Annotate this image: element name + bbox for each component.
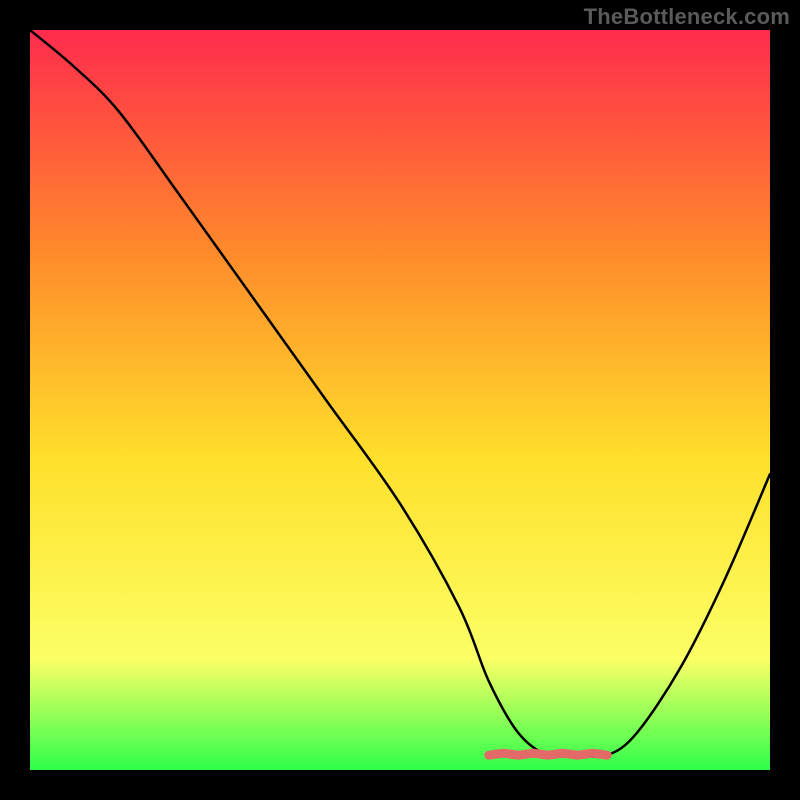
plot-area	[30, 30, 770, 770]
optimal-range-highlight	[489, 753, 607, 755]
bottleneck-chart	[30, 30, 770, 770]
watermark-text: TheBottleneck.com	[584, 4, 790, 30]
chart-frame: TheBottleneck.com	[0, 0, 800, 800]
